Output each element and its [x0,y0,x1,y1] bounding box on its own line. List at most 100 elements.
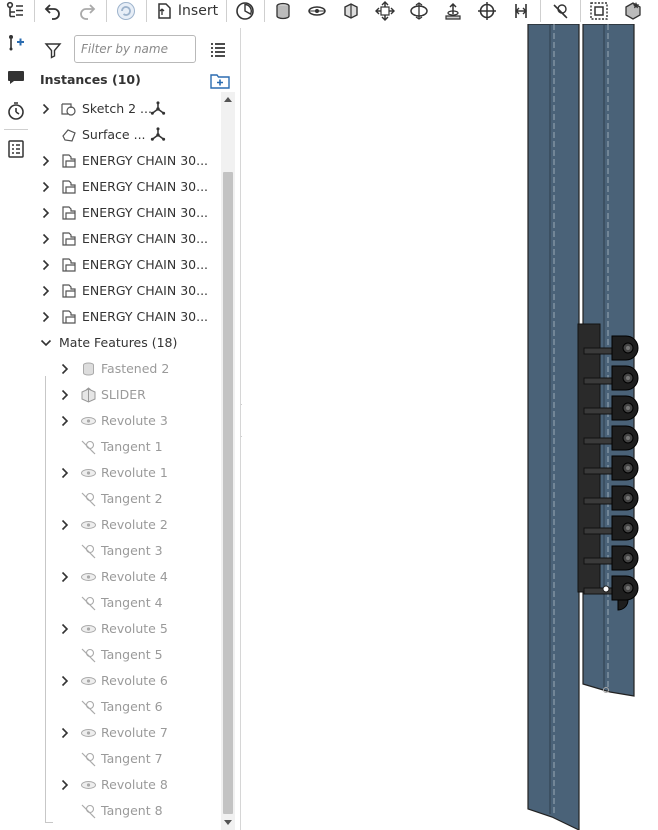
mate-row[interactable]: Tangent 7 [34,746,221,772]
list-view-icon[interactable] [208,40,228,60]
mate-row[interactable]: Tangent 3 [34,538,221,564]
comment-icon[interactable] [5,66,27,88]
instance-row[interactable]: ENERGY CHAIN 30... [34,304,221,330]
fastened-icon [80,361,97,377]
group-icon[interactable] [586,0,612,22]
mate-row[interactable]: Tangent 6 [34,694,221,720]
origin-icon[interactable] [150,127,166,143]
chevron-right-icon[interactable] [59,389,71,401]
mate-row-label: Tangent 4 [101,595,163,610]
mate-row[interactable]: Tangent 8 [34,798,221,824]
chevron-right-icon[interactable] [59,727,71,739]
redo-icon[interactable] [74,0,100,22]
panel-scrollbar[interactable] [221,92,235,830]
mate-row[interactable]: Revolute 6 [34,668,221,694]
mate-features-header[interactable]: Mate Features (18) [34,330,221,356]
scroll-thumb[interactable] [223,172,233,814]
chevron-right-icon[interactable] [40,155,52,167]
mate-row[interactable]: SLIDER [34,382,221,408]
checklist-icon[interactable] [5,138,27,160]
mate-row-label: Tangent 8 [101,803,163,818]
revolute-mate-icon [80,673,97,689]
mate-row[interactable]: Revolute 5 [34,616,221,642]
instance-row[interactable]: Surface ... [34,122,221,148]
chevron-right-icon[interactable] [40,103,52,115]
chevron-right-icon[interactable] [40,311,52,323]
feature-add-icon[interactable] [5,32,27,54]
chain-pin-hole [626,406,630,410]
pin-slot-mate-icon[interactable] [440,0,466,22]
chevron-right-icon[interactable] [59,623,71,635]
history-icon[interactable] [5,100,27,122]
tree-connect-icon[interactable] [2,0,28,22]
mate-row[interactable]: Revolute 7 [34,720,221,746]
mate-row[interactable]: Tangent 4 [34,590,221,616]
revolute-mate-icon [80,517,97,533]
instance-row-label: ENERGY CHAIN 30... [82,231,209,246]
instance-row[interactable]: ENERGY CHAIN 30... [34,226,221,252]
chevron-right-icon[interactable] [40,207,52,219]
chevron-right-icon[interactable] [40,233,52,245]
mate-row[interactable]: Tangent 1 [34,434,221,460]
instance-row[interactable]: Sketch 2 ... [34,96,221,122]
part-icon [60,205,77,221]
scroll-up-icon[interactable] [224,96,232,104]
instance-row[interactable]: ENERGY CHAIN 30... [34,148,221,174]
ball-mate-icon[interactable] [474,0,500,22]
cylindrical-mate-icon[interactable] [406,0,432,22]
chevron-right-icon[interactable] [59,363,71,375]
mate-row[interactable]: Revolute 3 [34,408,221,434]
chevron-right-icon[interactable] [59,675,71,687]
mate-connector-icon[interactable] [620,0,646,22]
assembly-3d-view[interactable] [242,24,658,830]
chevron-right-icon[interactable] [59,571,71,583]
slider-mate-icon[interactable] [338,0,364,22]
instance-row[interactable]: ENERGY CHAIN 30... [34,174,221,200]
instance-row[interactable]: ENERGY CHAIN 30... [34,278,221,304]
scroll-down-icon[interactable] [224,818,232,826]
chevron-right-icon[interactable] [59,779,71,791]
chain-pin-hole [626,556,630,560]
chevron-right-icon[interactable] [59,519,71,531]
mate-row[interactable]: Tangent 2 [34,486,221,512]
origin-icon[interactable] [150,101,166,117]
filter-input[interactable] [74,35,196,63]
chevron-right-icon[interactable] [40,259,52,271]
mate-row[interactable]: Revolute 4 [34,564,221,590]
chevron-right-icon[interactable] [40,285,52,297]
revolute-mate-icon[interactable] [304,0,330,22]
mate-row-label: Fastened 2 [101,361,170,376]
tangent-mate-icon[interactable] [546,0,574,22]
planar-mate-icon[interactable] [372,0,398,22]
chevron-right-icon[interactable] [40,181,52,193]
graphics-viewport[interactable] [242,24,658,830]
filter-icon[interactable] [44,41,62,59]
chevron-down-icon[interactable] [40,337,52,349]
tangent-mate-icon [80,491,97,507]
undo-icon[interactable] [40,0,66,22]
instance-row[interactable]: ENERGY CHAIN 30... [34,252,221,278]
mate-row[interactable]: Revolute 1 [34,460,221,486]
timer-icon[interactable] [232,0,258,22]
new-folder-icon[interactable] [210,71,230,89]
chevron-right-icon[interactable] [59,467,71,479]
part-icon [60,257,77,273]
instance-row[interactable]: ENERGY CHAIN 30... [34,200,221,226]
part-icon [60,231,77,247]
mate-row[interactable]: Revolute 8 [34,772,221,798]
mate-row[interactable]: Tangent 5 [34,642,221,668]
chain-pin-hole [626,436,630,440]
tangent-mate-icon [80,647,97,663]
mate-row[interactable]: Revolute 2 [34,512,221,538]
parallel-mate-icon[interactable] [508,0,534,22]
orbit-icon[interactable] [112,0,140,22]
revolute-mate-icon [80,777,97,793]
tangent-mate-icon [80,543,97,559]
mate-row[interactable]: Fastened 2 [34,356,221,382]
tangent-mate-icon [80,595,97,611]
fastened-mate-icon[interactable] [270,0,296,22]
instance-tree: Sketch 2 ... Surface ... ENERGY CHAIN 30..… [34,96,221,830]
mate-row-label: Revolute 1 [101,465,168,480]
insert-button[interactable]: Insert [152,0,220,22]
chevron-right-icon[interactable] [59,415,71,427]
